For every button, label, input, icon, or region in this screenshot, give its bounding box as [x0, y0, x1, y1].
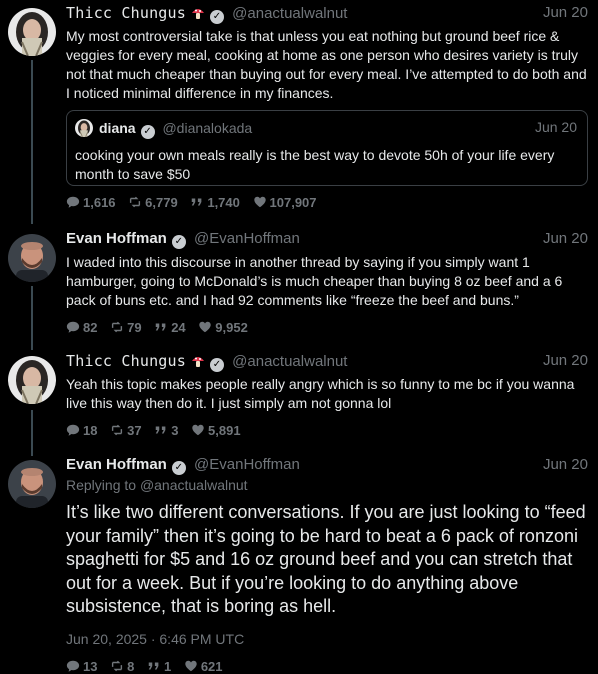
avatar — [75, 119, 93, 137]
username[interactable]: @EvanHoffman — [194, 456, 300, 473]
tweet-stats: 1,616 6,779 1,740 107,907 — [66, 195, 588, 210]
reply-count[interactable]: 18 — [66, 423, 97, 438]
like-count[interactable]: 107,907 — [253, 195, 317, 210]
verified-badge-icon: ✓ — [210, 10, 224, 24]
retweet-count[interactable]: 37 — [110, 423, 142, 438]
quote-count[interactable]: 24 — [154, 320, 186, 335]
mushroom-emoji-icon — [191, 354, 205, 368]
verified-badge-icon: ✓ — [210, 358, 224, 372]
quote-count[interactable]: 1 — [147, 659, 171, 674]
tweet-header: Thicc Chungus ✓ @anactualwalnut Jun 20 — [66, 352, 588, 372]
tweet-date[interactable]: Jun 20 — [543, 456, 588, 473]
avatar[interactable] — [8, 234, 56, 282]
display-name[interactable]: Evan Hoffman — [66, 456, 167, 473]
tweet-text: My most controversial take is that unles… — [66, 28, 587, 101]
tweet-date[interactable]: Jun 20 — [535, 119, 577, 135]
quote-count[interactable]: 3 — [154, 423, 178, 438]
display-name[interactable]: diana — [99, 120, 136, 136]
username[interactable]: @dianalokada — [162, 120, 252, 136]
quote-count[interactable]: 1,740 — [190, 195, 240, 210]
mushroom-emoji-icon — [191, 6, 205, 20]
tweet-date[interactable]: Jun 20 — [543, 352, 588, 369]
tweet-date[interactable]: Jun 20 — [543, 230, 588, 247]
thread-connector — [31, 410, 33, 456]
retweet-count[interactable]: 6,779 — [128, 195, 178, 210]
tweet-text: I waded into this discourse in another t… — [66, 254, 563, 308]
tweet-stats: 13 8 1 621 — [66, 659, 588, 674]
tweet-text: Yeah this topic makes people really angr… — [66, 376, 575, 411]
tweet-text: It’s like two different conversations. I… — [66, 502, 586, 616]
tweet-header: Evan Hoffman ✓ @EvanHoffman Jun 20 — [66, 230, 588, 250]
reply-count[interactable]: 1,616 — [66, 195, 116, 210]
quoted-tweet[interactable]: diana ✓ @dianalokada Jun 20 cooking your … — [66, 110, 588, 186]
avatar[interactable] — [8, 356, 56, 404]
username[interactable]: @anactualwalnut — [232, 353, 347, 370]
replying-to-link[interactable]: @anactualwalnut — [140, 477, 248, 493]
thread-connector — [31, 286, 33, 350]
quote-header: diana ✓ @dianalokada Jun 20 — [75, 119, 577, 139]
retweet-count[interactable]: 79 — [110, 320, 142, 335]
like-count[interactable]: 621 — [184, 659, 223, 674]
quote-text: cooking your own meals really is the bes… — [75, 147, 555, 182]
reply-count[interactable]: 13 — [66, 659, 97, 674]
avatar[interactable] — [8, 8, 56, 56]
tweet-header: Evan Hoffman ✓ @EvanHoffman Jun 20 — [66, 456, 588, 476]
tweet-date[interactable]: Jun 20 — [543, 4, 588, 21]
verified-badge-icon: ✓ — [140, 125, 155, 139]
tweet-stats: 18 37 3 5,891 — [66, 423, 588, 438]
display-name[interactable]: Thicc Chungus — [66, 352, 186, 370]
username[interactable]: @EvanHoffman — [194, 230, 300, 247]
like-count[interactable]: 9,952 — [198, 320, 248, 335]
replying-to: Replying to @anactualwalnut — [66, 477, 248, 493]
username[interactable]: @anactualwalnut — [232, 5, 347, 22]
thread-connector — [31, 60, 33, 224]
retweet-count[interactable]: 8 — [110, 659, 134, 674]
tweet-stats: 82 79 24 9,952 — [66, 320, 588, 335]
like-count[interactable]: 5,891 — [191, 423, 241, 438]
tweet-timestamp[interactable]: Jun 20, 2025 · 6:46 PM UTC — [66, 631, 588, 647]
tweet-header: Thicc Chungus ✓ @anactualwalnut Jun 20 — [66, 4, 588, 24]
display-name[interactable]: Evan Hoffman — [66, 230, 167, 247]
reply-count[interactable]: 82 — [66, 320, 97, 335]
avatar[interactable] — [8, 460, 56, 508]
verified-badge-icon: ✓ — [171, 461, 186, 475]
display-name[interactable]: Thicc Chungus — [66, 4, 186, 22]
verified-badge-icon: ✓ — [171, 235, 186, 249]
